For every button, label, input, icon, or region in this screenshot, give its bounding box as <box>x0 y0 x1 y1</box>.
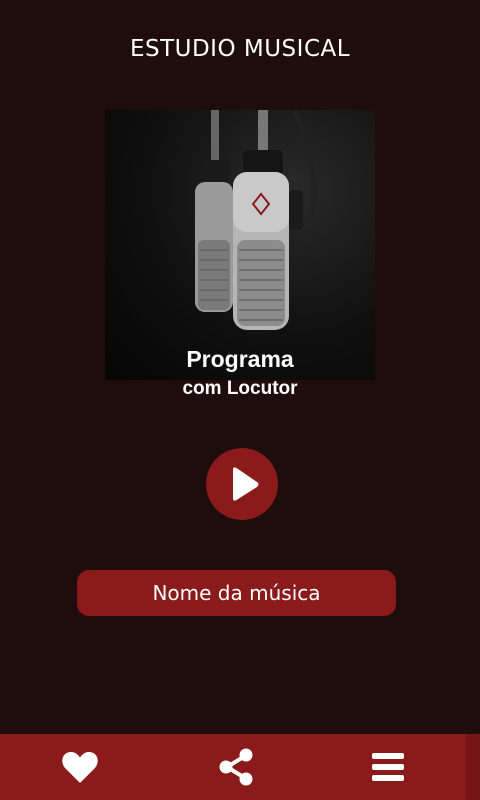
share-icon <box>219 748 253 786</box>
bottom-navigation <box>0 734 480 800</box>
song-name-bar: Nome da música <box>77 570 396 616</box>
favorite-button[interactable] <box>58 745 102 789</box>
nav-edge-divider <box>466 734 480 800</box>
program-title: Programa <box>186 346 294 372</box>
share-button[interactable] <box>214 745 258 789</box>
menu-icon <box>372 753 404 781</box>
microphone-illustration <box>195 110 317 330</box>
play-icon <box>233 467 259 501</box>
song-name: Nome da música <box>152 581 321 605</box>
program-cover-image <box>105 110 375 380</box>
play-button[interactable] <box>206 448 278 520</box>
heart-icon <box>62 751 98 783</box>
app-title: ESTUDIO MUSICAL <box>129 36 351 62</box>
menu-button[interactable] <box>366 745 410 789</box>
program-subtitle: com Locutor <box>182 378 298 399</box>
